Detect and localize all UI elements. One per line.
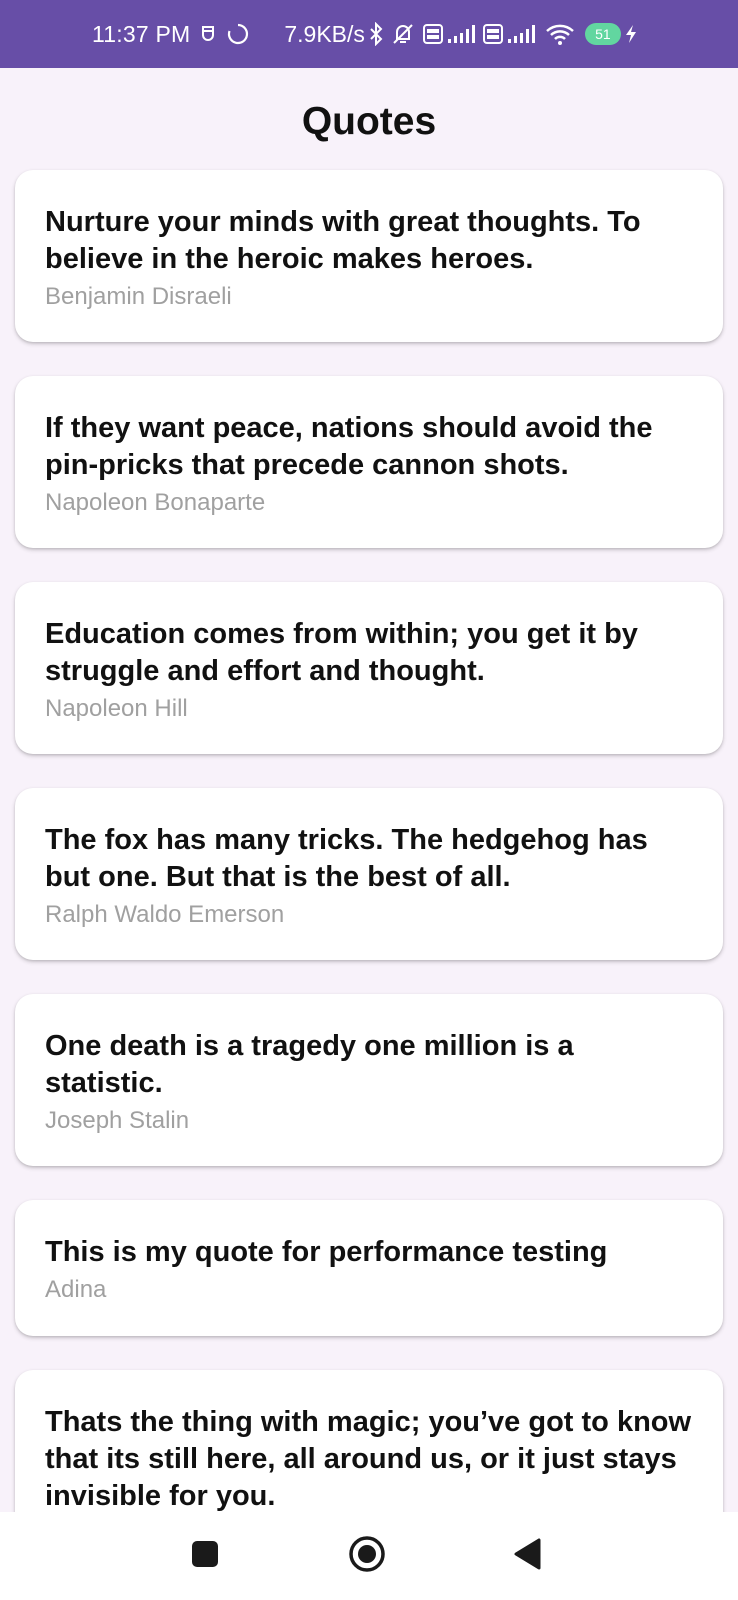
home-button[interactable]	[345, 1534, 389, 1578]
back-button[interactable]	[505, 1534, 549, 1578]
back-icon	[512, 1537, 542, 1576]
quote-author: Adina	[45, 1276, 107, 1303]
status-time: 11:37 PM	[92, 20, 191, 47]
volte-icon	[482, 24, 503, 44]
quote-text: Education comes from within; you get it …	[45, 618, 638, 687]
quote-text: This is my quote for performance testing	[45, 1236, 608, 1268]
home-icon	[347, 1534, 387, 1579]
quote-author: Benjamin Disraeli	[45, 283, 232, 310]
navigation-bar	[0, 1512, 738, 1600]
quote-text: If they want peace, nations should avoid…	[45, 412, 653, 481]
quote-text: The fox has many tricks. The hedgehog ha…	[45, 824, 648, 893]
sync-icon	[226, 22, 250, 46]
volte-icon	[422, 24, 443, 44]
quote-text: One death is a tragedy one million is a …	[45, 1030, 574, 1099]
alarm-icon	[200, 24, 216, 44]
quote-card[interactable]: The fox has many tricks. The hedgehog ha…	[15, 788, 723, 960]
quote-card[interactable]: Nurture your minds with great thoughts. …	[15, 170, 723, 342]
page-title: Quotes	[301, 100, 437, 143]
quote-author: Ralph Waldo Emerson	[45, 901, 285, 928]
quotes-list[interactable]: Nurture your minds with great thoughts. …	[0, 160, 738, 1512]
quote-card[interactable]: If they want peace, nations should avoid…	[15, 376, 723, 548]
quote-author: Napoleon Bonaparte	[45, 489, 266, 516]
wifi-icon	[545, 23, 575, 45]
battery-icon: 51	[584, 23, 621, 45]
signal-icon	[507, 24, 535, 44]
recents-icon	[190, 1539, 220, 1574]
quote-author: Napoleon Hill	[45, 695, 188, 722]
charging-icon	[625, 24, 637, 44]
quote-card[interactable]: Education comes from within; you get it …	[15, 582, 723, 754]
quote-card[interactable]: Thats the thing with magic; you’ve got t…	[15, 1370, 723, 1512]
status-bar: 11:37 PM 7.9KB/s 51	[0, 0, 738, 68]
quote-card[interactable]: This is my quote for performance testing…	[15, 1200, 723, 1336]
quote-card[interactable]: One death is a tragedy one million is a …	[15, 994, 723, 1166]
signal-icon	[447, 24, 475, 44]
quote-text: Thats the thing with magic; you’ve got t…	[45, 1406, 692, 1512]
quote-text: Nurture your minds with great thoughts. …	[45, 206, 641, 275]
bluetooth-icon	[369, 22, 383, 46]
recents-button[interactable]	[183, 1534, 227, 1578]
mute-icon	[391, 22, 415, 46]
network-speed: 7.9KB/s	[284, 20, 365, 47]
quote-author: Joseph Stalin	[45, 1107, 190, 1134]
